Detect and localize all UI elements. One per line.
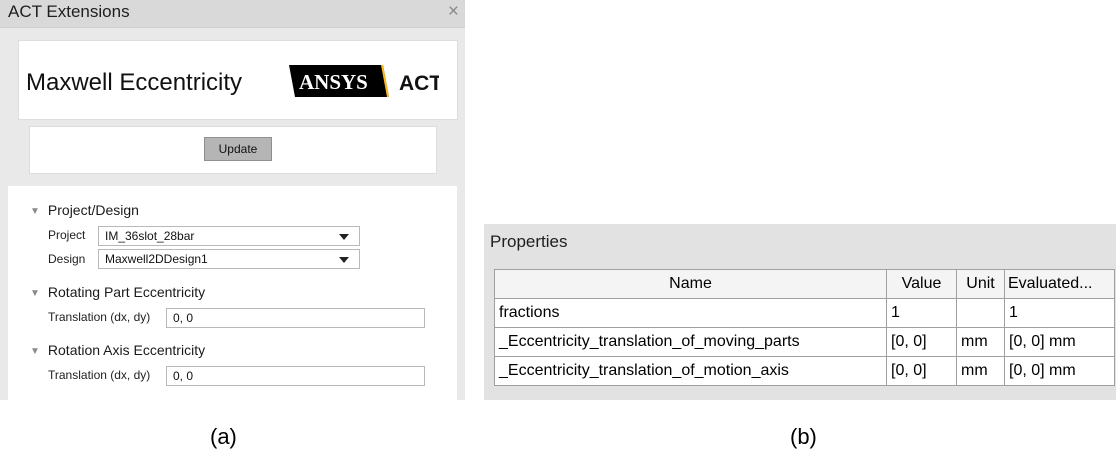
logo-act-text: ACT — [399, 72, 439, 95]
section-title: Rotation Axis Eccentricity — [47, 342, 206, 358]
act-extensions-panel: ACT Extensions × Maxwell Eccentricity AN… — [0, 0, 465, 400]
cell-evaluated: 1 — [1004, 298, 1115, 328]
ansys-act-logo: ANSYS ACT — [289, 65, 439, 97]
project-value: IM_36slot_28bar — [105, 229, 195, 243]
table-row[interactable]: fractions 1 1 — [494, 298, 1115, 328]
section-project-design[interactable]: ▼ Project/Design — [30, 202, 139, 218]
update-area: Update — [29, 126, 437, 174]
section-title: Project/Design — [47, 202, 139, 218]
section-rotation-axis[interactable]: ▼ Rotation Axis Eccentricity — [30, 342, 205, 358]
column-header-unit[interactable]: Unit — [956, 269, 1005, 299]
column-header-name[interactable]: Name — [494, 269, 887, 299]
collapse-triangle-icon[interactable]: ▼ — [30, 346, 40, 357]
design-label: Design — [48, 252, 86, 266]
cell-unit[interactable]: mm — [956, 356, 1005, 386]
properties-title: Properties — [490, 232, 568, 251]
section-title: Rotating Part Eccentricity — [47, 284, 206, 300]
design-value: Maxwell2DDesign1 — [105, 252, 208, 266]
axis-translation-input[interactable] — [166, 366, 425, 386]
rotating-translation-input[interactable] — [166, 308, 425, 328]
table-row[interactable]: _Eccentricity_translation_of_moving_part… — [494, 327, 1115, 357]
cell-unit[interactable]: mm — [956, 327, 1005, 357]
close-icon[interactable]: × — [448, 1, 459, 23]
collapse-triangle-icon[interactable]: ▼ — [30, 206, 40, 217]
update-button[interactable]: Update — [204, 137, 272, 161]
chevron-down-icon — [339, 257, 349, 263]
column-header-value[interactable]: Value — [886, 269, 957, 299]
project-label: Project — [48, 228, 86, 242]
table-row[interactable]: _Eccentricity_translation_of_motion_axis… — [494, 356, 1115, 386]
design-select[interactable]: Maxwell2DDesign1 — [98, 249, 360, 269]
cell-name[interactable]: fractions — [494, 298, 887, 328]
cell-evaluated: [0, 0] mm — [1004, 327, 1115, 357]
cell-value[interactable]: [0, 0] — [886, 327, 957, 357]
translation-label: Translation (dx, dy) — [48, 310, 151, 324]
column-header-evaluated[interactable]: Evaluated... — [1004, 269, 1115, 299]
caption-a: (a) — [210, 424, 237, 449]
cell-evaluated: [0, 0] mm — [1004, 356, 1115, 386]
cell-name[interactable]: _Eccentricity_translation_of_motion_axis — [494, 356, 887, 386]
table-header-row: Name Value Unit Evaluated... — [494, 269, 1115, 299]
extension-properties: ▼ Project/Design Project IM_36slot_28bar … — [8, 186, 457, 400]
caption-b: (b) — [790, 424, 817, 449]
project-select[interactable]: IM_36slot_28bar — [98, 226, 360, 246]
properties-panel: Properties Name Value Unit Evaluated... … — [484, 224, 1116, 400]
chevron-down-icon — [339, 234, 349, 240]
cell-value[interactable]: 1 — [886, 298, 957, 328]
properties-table: Name Value Unit Evaluated... fractions 1… — [494, 269, 1115, 386]
cell-name[interactable]: _Eccentricity_translation_of_moving_part… — [494, 327, 887, 357]
cell-value[interactable]: [0, 0] — [886, 356, 957, 386]
collapse-triangle-icon[interactable]: ▼ — [30, 288, 40, 299]
panel-titlebar: ACT Extensions × — [0, 0, 465, 28]
extension-header: Maxwell Eccentricity ANSYS ACT — [18, 40, 458, 120]
logo-brand-text: ANSYS — [299, 70, 368, 94]
cell-unit[interactable] — [956, 298, 1005, 328]
extension-title: Maxwell Eccentricity — [26, 69, 243, 96]
section-rotating-part[interactable]: ▼ Rotating Part Eccentricity — [30, 284, 205, 300]
translation-label: Translation (dx, dy) — [48, 368, 151, 382]
panel-title: ACT Extensions — [8, 2, 130, 21]
